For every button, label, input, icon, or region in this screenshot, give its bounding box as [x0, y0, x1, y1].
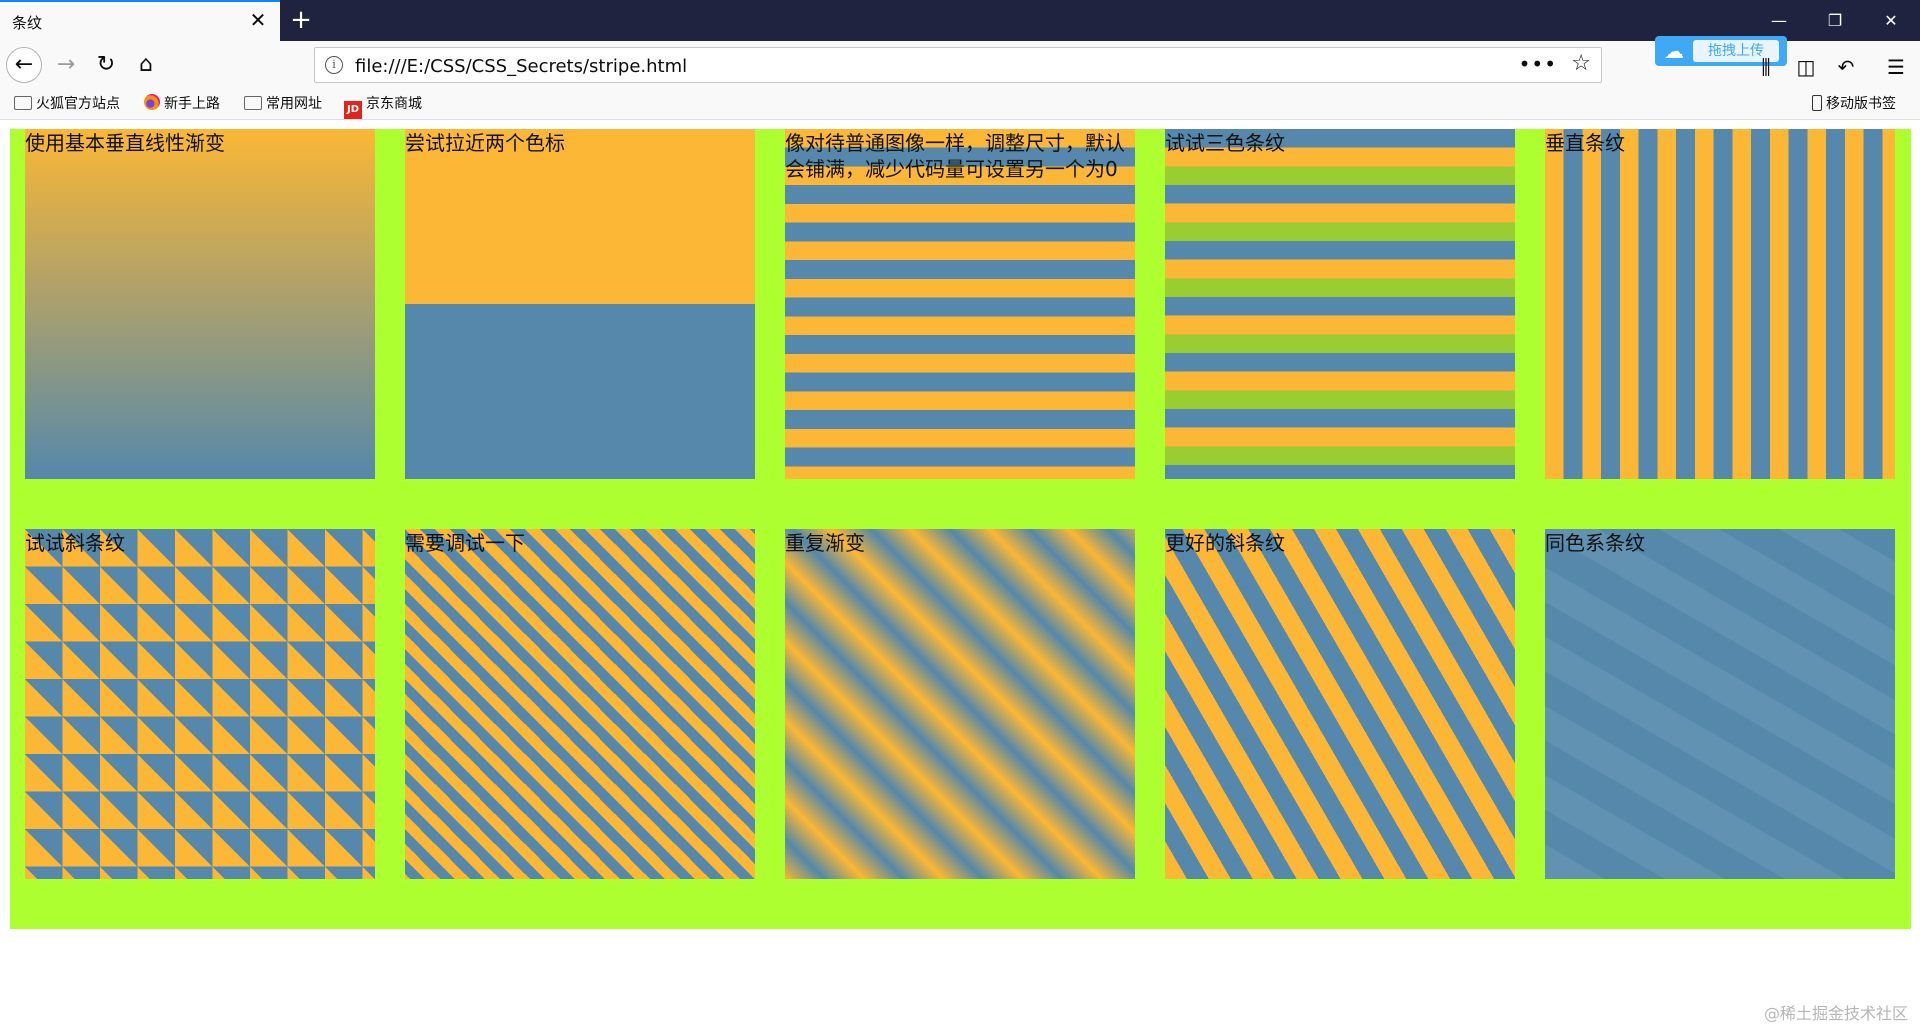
- demo-label: 垂直条纹: [1545, 131, 1625, 155]
- folder-icon: [14, 96, 32, 110]
- demo-box: 需要调试一下: [405, 529, 755, 879]
- mobile-bookmarks[interactable]: 移动版书签: [1812, 94, 1896, 114]
- library-icon[interactable]: ⫼: [1752, 53, 1780, 81]
- home-button[interactable]: ⌂: [130, 49, 162, 81]
- page-content: 使用基本垂直线性渐变 尝试拉近两个色标 像对待普通图像一样，调整尺寸，默认会铺满…: [10, 129, 1911, 929]
- demo-label: 更好的斜条纹: [1165, 531, 1285, 555]
- demo-box: 垂直条纹: [1545, 129, 1895, 479]
- demo-box: 使用基本垂直线性渐变: [25, 129, 375, 479]
- demo-box: 试试斜条纹: [25, 529, 375, 879]
- folder-icon: [244, 96, 262, 110]
- cloud-icon: ☁: [1664, 39, 1684, 63]
- navigation-toolbar: ← → ↻ ⌂ i file:///E:/CSS/CSS_Secrets/str…: [0, 41, 1920, 89]
- menu-icon[interactable]: ☰: [1882, 53, 1910, 81]
- demo-box: 像对待普通图像一样，调整尺寸，默认会铺满，减少代码量可设置另一个为0: [785, 129, 1135, 479]
- jd-icon: JD: [344, 101, 362, 119]
- bookmark-item[interactable]: JD 京东商城: [344, 94, 422, 119]
- undo-icon[interactable]: ↶: [1832, 53, 1860, 81]
- bookmark-item[interactable]: 常用网址: [244, 94, 322, 114]
- demo-box: 尝试拉近两个色标: [405, 129, 755, 479]
- firefox-icon: [144, 94, 160, 110]
- tab-close-icon[interactable]: ✕: [246, 8, 270, 32]
- url-bar[interactable]: i file:///E:/CSS/CSS_Secrets/stripe.html…: [314, 47, 1602, 83]
- sidebar-icon[interactable]: ◫: [1792, 53, 1820, 81]
- demo-box: 试试三色条纹: [1165, 129, 1515, 479]
- url-text[interactable]: file:///E:/CSS/CSS_Secrets/stripe.html: [355, 56, 687, 77]
- browser-tab[interactable]: 条纹 ✕: [0, 0, 280, 41]
- restore-button[interactable]: ❐: [1806, 0, 1864, 41]
- reload-button[interactable]: ↻: [90, 49, 122, 81]
- new-tab-button[interactable]: +: [287, 6, 315, 34]
- tab-title: 条纹: [12, 14, 43, 32]
- bookmark-item[interactable]: 新手上路: [144, 94, 220, 114]
- demo-box: 更好的斜条纹: [1165, 529, 1515, 879]
- forward-button[interactable]: →: [50, 49, 82, 81]
- demo-label: 尝试拉近两个色标: [405, 131, 565, 155]
- minimize-button[interactable]: —: [1750, 0, 1808, 41]
- demo-label: 像对待普通图像一样，调整尺寸，默认会铺满，减少代码量可设置另一个为0: [785, 131, 1125, 181]
- bookmark-item[interactable]: 火狐官方站点: [14, 94, 120, 114]
- demo-label: 重复渐变: [785, 531, 865, 555]
- demo-label: 试试斜条纹: [25, 531, 125, 555]
- title-bar: 条纹 ✕ + — ❐ ✕: [0, 0, 1920, 41]
- close-window-button[interactable]: ✕: [1862, 0, 1920, 41]
- demo-box: 重复渐变: [785, 529, 1135, 879]
- page-actions-icon[interactable]: •••: [1519, 52, 1557, 76]
- phone-icon: [1812, 95, 1822, 111]
- demo-box: 同色系条纹: [1545, 529, 1895, 879]
- site-info-icon[interactable]: i: [325, 56, 343, 74]
- watermark: @稀土掘金技术社区: [1763, 1004, 1908, 1023]
- bookmark-star-icon[interactable]: ☆: [1571, 51, 1591, 76]
- demo-label: 使用基本垂直线性渐变: [25, 131, 225, 155]
- demo-label: 试试三色条纹: [1165, 131, 1285, 155]
- demo-label: 需要调试一下: [405, 531, 525, 555]
- back-button[interactable]: ←: [6, 47, 42, 83]
- bookmarks-bar: 火狐官方站点 新手上路 常用网址 JD 京东商城 移动版书签: [0, 89, 1920, 120]
- demo-label: 同色系条纹: [1545, 531, 1645, 555]
